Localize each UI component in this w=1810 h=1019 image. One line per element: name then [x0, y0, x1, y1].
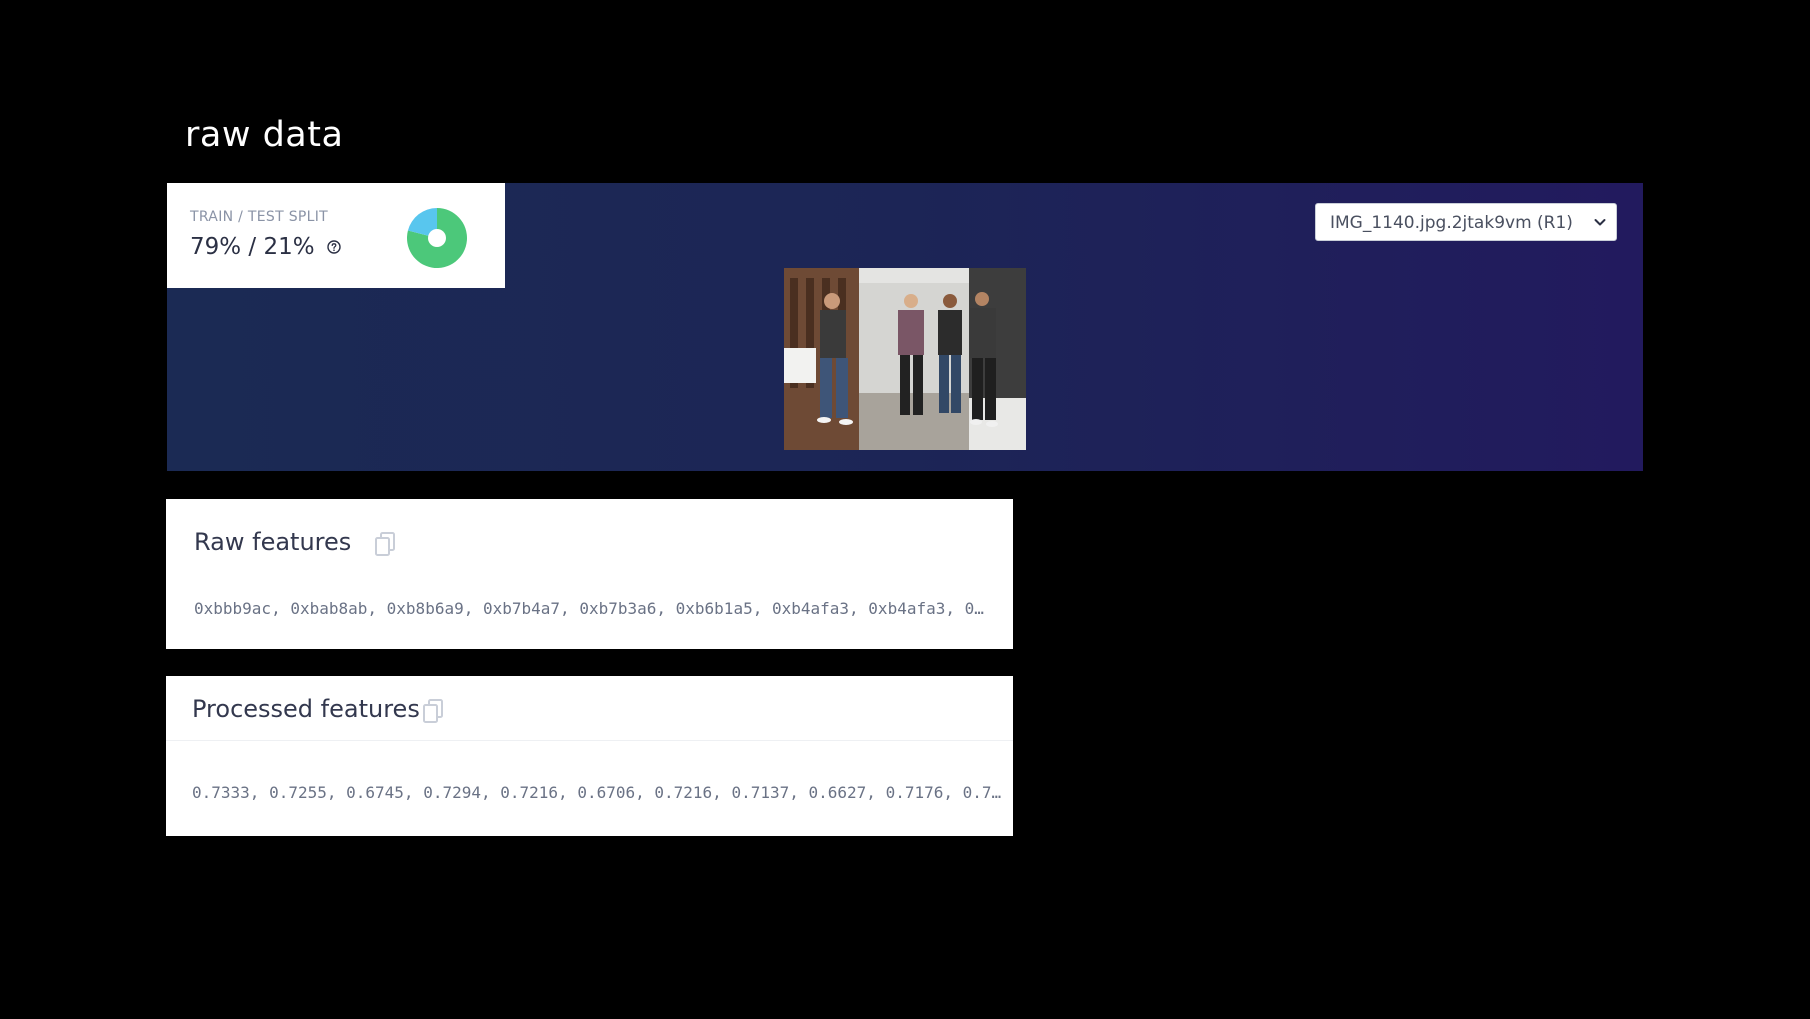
split-pie-chart — [407, 208, 467, 268]
split-label: TRAIN / TEST SPLIT — [190, 209, 329, 225]
processed-features-card: Processed features 0.7333, 0.7255, 0.674… — [166, 676, 1013, 836]
sample-select-value: IMG_1140.jpg.2jtak9vm (R1) — [1330, 213, 1573, 233]
sample-select[interactable]: IMG_1140.jpg.2jtak9vm (R1) — [1315, 203, 1617, 241]
card-divider — [166, 740, 1013, 741]
sample-banner: TRAIN / TEST SPLIT 79% / 21% IMG_1140.jp… — [167, 183, 1643, 471]
chevron-down-icon — [1594, 219, 1606, 226]
copy-icon[interactable] — [373, 531, 397, 557]
question-circle-icon[interactable] — [327, 240, 341, 254]
train-test-split-card: TRAIN / TEST SPLIT 79% / 21% — [167, 183, 505, 288]
split-value: 79% / 21% — [190, 234, 315, 260]
raw-features-title: Raw features — [194, 528, 352, 556]
copy-icon[interactable] — [421, 698, 445, 724]
raw-features-values: 0xbbb9ac, 0xbab8ab, 0xb8b6a9, 0xb7b4a7, … — [194, 599, 984, 618]
sample-photo — [784, 268, 1026, 450]
raw-features-card: Raw features 0xbbb9ac, 0xbab8ab, 0xb8b6a… — [166, 499, 1013, 649]
processed-features-values: 0.7333, 0.7255, 0.6745, 0.7294, 0.7216, … — [192, 783, 1002, 802]
processed-features-title: Processed features — [192, 695, 420, 723]
page-title: raw data — [185, 115, 344, 155]
